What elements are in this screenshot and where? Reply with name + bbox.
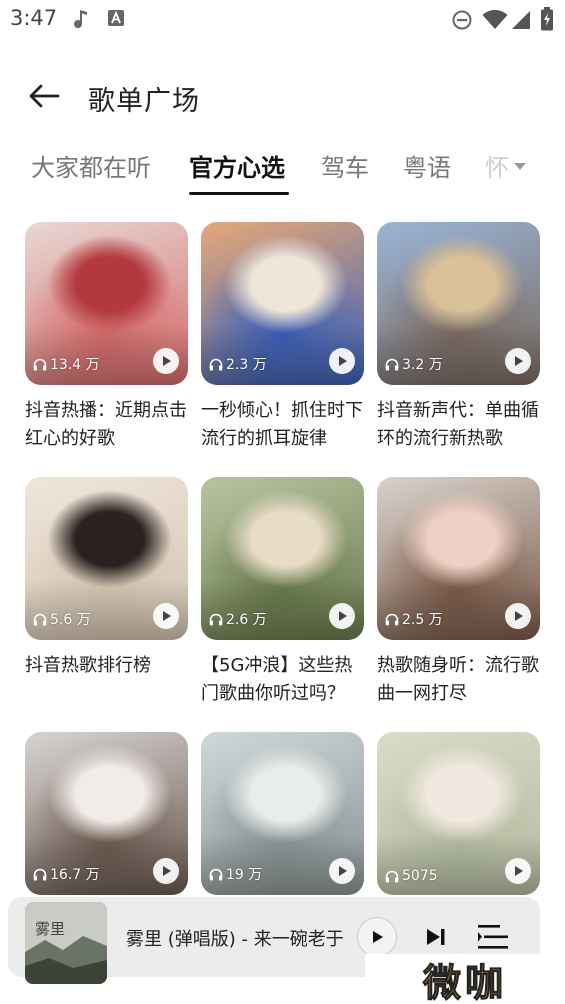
music-note-icon [74, 10, 87, 29]
play-count-text: 2.3 万 [226, 357, 267, 373]
play-icon [338, 356, 347, 366]
play-count: 2.6 万 [209, 609, 267, 629]
play-playlist-button[interactable] [505, 858, 531, 884]
play-icon [373, 931, 383, 943]
cover-text: 雾里 [35, 920, 65, 938]
tabs-more-icon[interactable] [510, 158, 530, 174]
playlist-cover[interactable]: 2.5 万 [377, 477, 540, 640]
play-icon [514, 866, 523, 876]
tab-huai[interactable]: 怀 [485, 148, 509, 183]
play-icon [162, 356, 171, 366]
play-icon [162, 866, 171, 876]
playlist-cover[interactable]: 5075 [377, 732, 540, 895]
play-count-text: 2.5 万 [402, 612, 443, 628]
playlist-title[interactable]: 抖音热播：近期点击红心的好歌 [25, 397, 188, 453]
play-count-text: 19 万 [226, 867, 263, 883]
playlist-cover[interactable]: 2.6 万 [201, 477, 364, 640]
headphones-icon [209, 358, 223, 370]
watermark-text: 微咖 [422, 960, 507, 1004]
play-count: 16.7 万 [33, 864, 100, 884]
play-count-text: 5.6 万 [50, 612, 91, 628]
playlist-cover[interactable]: 5.6 万 [25, 477, 188, 640]
play-count: 2.3 万 [209, 354, 267, 374]
next-button[interactable] [422, 923, 450, 951]
play-icon [514, 356, 523, 366]
play-count-text: 13.4 万 [50, 357, 100, 373]
play-count: 5075 [385, 868, 438, 884]
play-icon [514, 611, 523, 621]
playlist-cover[interactable]: 3.2 万 [377, 222, 540, 385]
play-icon [338, 611, 347, 621]
playlist-icon[interactable] [476, 921, 510, 953]
back-arrow-icon [29, 84, 60, 108]
wifi-icon [482, 10, 508, 29]
play-playlist-button[interactable] [329, 603, 355, 629]
category-tabs: 大家都在听 官方心选 驾车 粤语 怀 [0, 148, 565, 200]
status-time: 3:47 [10, 6, 58, 30]
play-count: 13.4 万 [33, 354, 100, 374]
play-count: 19 万 [209, 864, 262, 884]
playlist-card[interactable]: 13.4 万抖音热播：近期点击红心的好歌 [25, 222, 188, 453]
play-playlist-button[interactable] [153, 603, 179, 629]
headphones-icon [385, 613, 399, 625]
playlist-card[interactable]: 2.6 万【5G冲浪】这些热门歌曲你听过吗？ [201, 477, 364, 708]
a-badge-icon [108, 10, 124, 26]
headphones-icon [209, 613, 223, 625]
page-title: 歌单广场 [88, 86, 200, 117]
playlist-card[interactable]: 3.2 万抖音新声代：单曲循环的流行新热歌 [377, 222, 540, 453]
play-count-text: 2.6 万 [226, 612, 267, 628]
playlist-cover[interactable]: 19 万 [201, 732, 364, 895]
play-count-text: 16.7 万 [50, 867, 100, 883]
play-playlist-button[interactable] [329, 348, 355, 374]
play-icon [338, 866, 347, 876]
play-playlist-button[interactable] [505, 603, 531, 629]
play-playlist-button[interactable] [505, 348, 531, 374]
play-icon [162, 611, 171, 621]
status-bar: 3:47 [0, 0, 565, 40]
album-cover-art: 雾里 [25, 902, 107, 984]
active-tab-indicator [189, 192, 289, 195]
play-count-text: 5075 [402, 868, 438, 884]
playlist-title[interactable]: 抖音热歌排行榜 [25, 652, 188, 708]
playlist-title[interactable]: 【5G冲浪】这些热门歌曲你听过吗？ [201, 652, 364, 708]
headphones-icon [33, 358, 47, 370]
tab-guanfang[interactable]: 官方心选 [189, 148, 285, 183]
watermark-logo: 微咖 [365, 954, 565, 1004]
skip-next-icon [427, 929, 445, 945]
play-count: 5.6 万 [33, 609, 91, 629]
playlist-cover[interactable]: 13.4 万 [25, 222, 188, 385]
headphones-icon [385, 870, 399, 882]
playlist-title[interactable]: 抖音新声代：单曲循环的流行新热歌 [377, 397, 540, 453]
playlist-title[interactable]: 热歌随身听：流行歌曲一网打尽 [377, 652, 540, 708]
tab-yueyu[interactable]: 粤语 [403, 148, 451, 183]
battery-charging-icon [541, 7, 553, 31]
headphones-icon [33, 613, 47, 625]
playlist-cover[interactable]: 2.3 万 [201, 222, 364, 385]
play-count-text: 3.2 万 [402, 357, 443, 373]
play-count: 3.2 万 [385, 354, 443, 374]
app-header: 歌单广场 [0, 70, 565, 122]
playlist-card[interactable]: 2.3 万一秒倾心！抓住时下流行的抓耳旋律 [201, 222, 364, 453]
play-button[interactable] [357, 917, 397, 957]
do-not-disturb-icon [452, 10, 472, 30]
play-playlist-button[interactable] [153, 348, 179, 374]
mini-player-cover[interactable]: 雾里 [25, 902, 107, 984]
headphones-icon [33, 868, 47, 880]
headphones-icon [209, 868, 223, 880]
headphones-icon [385, 358, 399, 370]
back-button[interactable] [24, 78, 64, 114]
play-playlist-button[interactable] [329, 858, 355, 884]
play-count: 2.5 万 [385, 609, 443, 629]
playlist-card[interactable]: 5.6 万抖音热歌排行榜 [25, 477, 188, 708]
playlist-card[interactable]: 2.5 万热歌随身听：流行歌曲一网打尽 [377, 477, 540, 708]
now-playing-title: 雾里 (弹唱版) - 来一碗老于 [126, 929, 344, 950]
tab-jiache[interactable]: 驾车 [321, 148, 369, 183]
playlist-title[interactable]: 一秒倾心！抓住时下流行的抓耳旋律 [201, 397, 364, 453]
play-playlist-button[interactable] [153, 858, 179, 884]
signal-icon [512, 11, 530, 29]
playlist-cover[interactable]: 16.7 万 [25, 732, 188, 895]
tab-dajia[interactable]: 大家都在听 [31, 148, 151, 183]
